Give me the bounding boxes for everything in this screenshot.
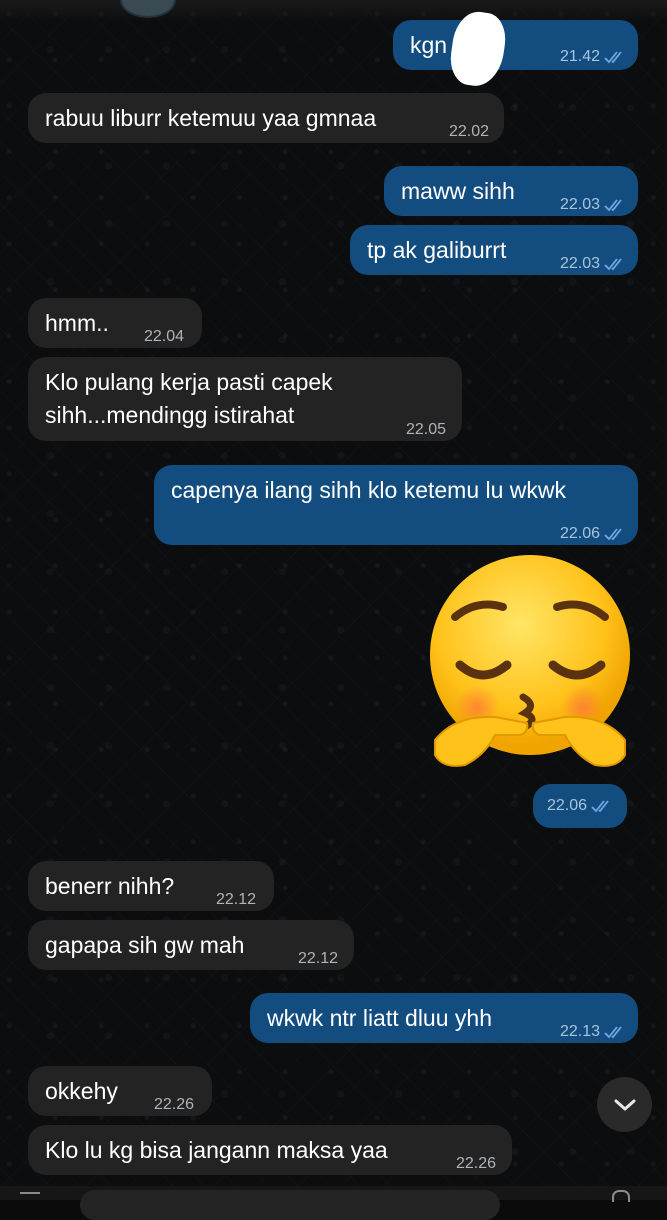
chat-header-edge <box>0 0 667 22</box>
message-meta: 22.04 <box>144 320 184 354</box>
message-bubble-outgoing[interactable]: tp ak galiburrt 22.03 <box>350 225 638 275</box>
message-time: 22.12 <box>215 891 256 908</box>
message-time: 22.26 <box>455 1155 496 1172</box>
message-bubble-incoming[interactable]: hmm.. 22.04 <box>28 298 202 348</box>
message-bubble-outgoing[interactable]: wkwk ntr liatt dluu yhh 22.13 <box>250 993 638 1043</box>
message-bubble-outgoing[interactable]: kgn ih 21.42 <box>393 20 638 70</box>
message-meta: 22.06 <box>560 517 626 551</box>
double-check-icon <box>604 51 622 64</box>
message-bubble-incoming[interactable]: okkehy 22.26 <box>28 1066 212 1116</box>
double-check-icon <box>604 528 622 541</box>
message-meta: 22.26 <box>456 1147 496 1181</box>
message-text: benerr nihh? <box>45 873 175 899</box>
message-text: wkwk ntr liatt dluu yhh <box>267 1005 492 1031</box>
message-time: 21.42 <box>559 48 600 65</box>
message-text: okkehy <box>45 1078 118 1104</box>
attach-icon[interactable] <box>20 1192 40 1202</box>
message-bubble-incoming[interactable]: gapapa sih gw mah 22.12 <box>28 920 354 970</box>
double-check-icon <box>604 199 622 212</box>
pensive-kiss-emoji-sticker[interactable] <box>425 555 635 785</box>
message-time: 22.06 <box>559 525 600 542</box>
message-time: 22.12 <box>297 950 338 967</box>
message-time: 22.26 <box>153 1096 194 1113</box>
message-time: 22.06 <box>547 797 588 814</box>
message-meta: 22.02 <box>449 115 489 149</box>
message-text: gapapa sih gw mah <box>45 932 245 958</box>
chevron-down-icon <box>614 1099 635 1110</box>
message-bubble-incoming[interactable]: benerr nihh? 22.12 <box>28 861 274 911</box>
message-bubble-outgoing[interactable]: capenya ilang sihh klo ketemu lu wkwk 22… <box>154 465 638 545</box>
message-meta: 22.03 <box>560 247 626 281</box>
message-meta: 22.26 <box>154 1088 194 1122</box>
message-bubble-incoming[interactable]: Klo pulang kerja pasti capek sihh...mend… <box>28 357 462 441</box>
message-meta: 22.03 <box>560 188 626 222</box>
message-time: 22.04 <box>143 328 184 345</box>
message-time: 22.05 <box>405 421 446 438</box>
sticker-meta: 22.06 <box>533 784 628 828</box>
scroll-to-bottom-button[interactable] <box>597 1077 652 1132</box>
message-meta: 22.12 <box>298 942 338 976</box>
double-check-icon <box>591 800 609 813</box>
message-time: 22.02 <box>448 123 489 140</box>
message-input[interactable] <box>80 1190 500 1220</box>
message-bubble-incoming[interactable]: rabuu liburr ketemuu yaa gmnaa 22.02 <box>28 93 504 143</box>
message-time: 22.13 <box>559 1023 600 1040</box>
message-meta: 22.13 <box>560 1015 626 1049</box>
double-check-icon <box>604 1026 622 1039</box>
message-text: Klo lu kg bisa jangann maksa yaa <box>45 1137 388 1163</box>
message-meta: 22.05 <box>406 413 446 447</box>
message-meta: 21.42 <box>560 40 626 74</box>
message-text: tp ak galiburrt <box>367 237 507 263</box>
contact-avatar[interactable] <box>120 0 176 18</box>
message-bubble-incoming[interactable]: Klo lu kg bisa jangann maksa yaa 22.26 <box>28 1125 512 1175</box>
message-time: 22.03 <box>559 196 600 213</box>
message-bubble-outgoing[interactable]: maww sihh 22.03 <box>384 166 638 216</box>
message-text: capenya ilang sihh klo ketemu lu wkwk <box>171 477 567 503</box>
message-time: 22.03 <box>559 255 600 272</box>
message-text: maww sihh <box>401 178 515 204</box>
double-check-icon <box>604 258 622 271</box>
message-text-line: Klo pulang kerja pasti capek <box>45 369 333 395</box>
message-meta: 22.12 <box>216 883 256 917</box>
mic-icon[interactable] <box>612 1190 630 1202</box>
message-text: rabuu liburr ketemuu yaa gmnaa <box>45 105 377 131</box>
message-text: hmm.. <box>45 310 109 336</box>
message-text-line: sihh...mendingg istirahat <box>45 402 295 428</box>
